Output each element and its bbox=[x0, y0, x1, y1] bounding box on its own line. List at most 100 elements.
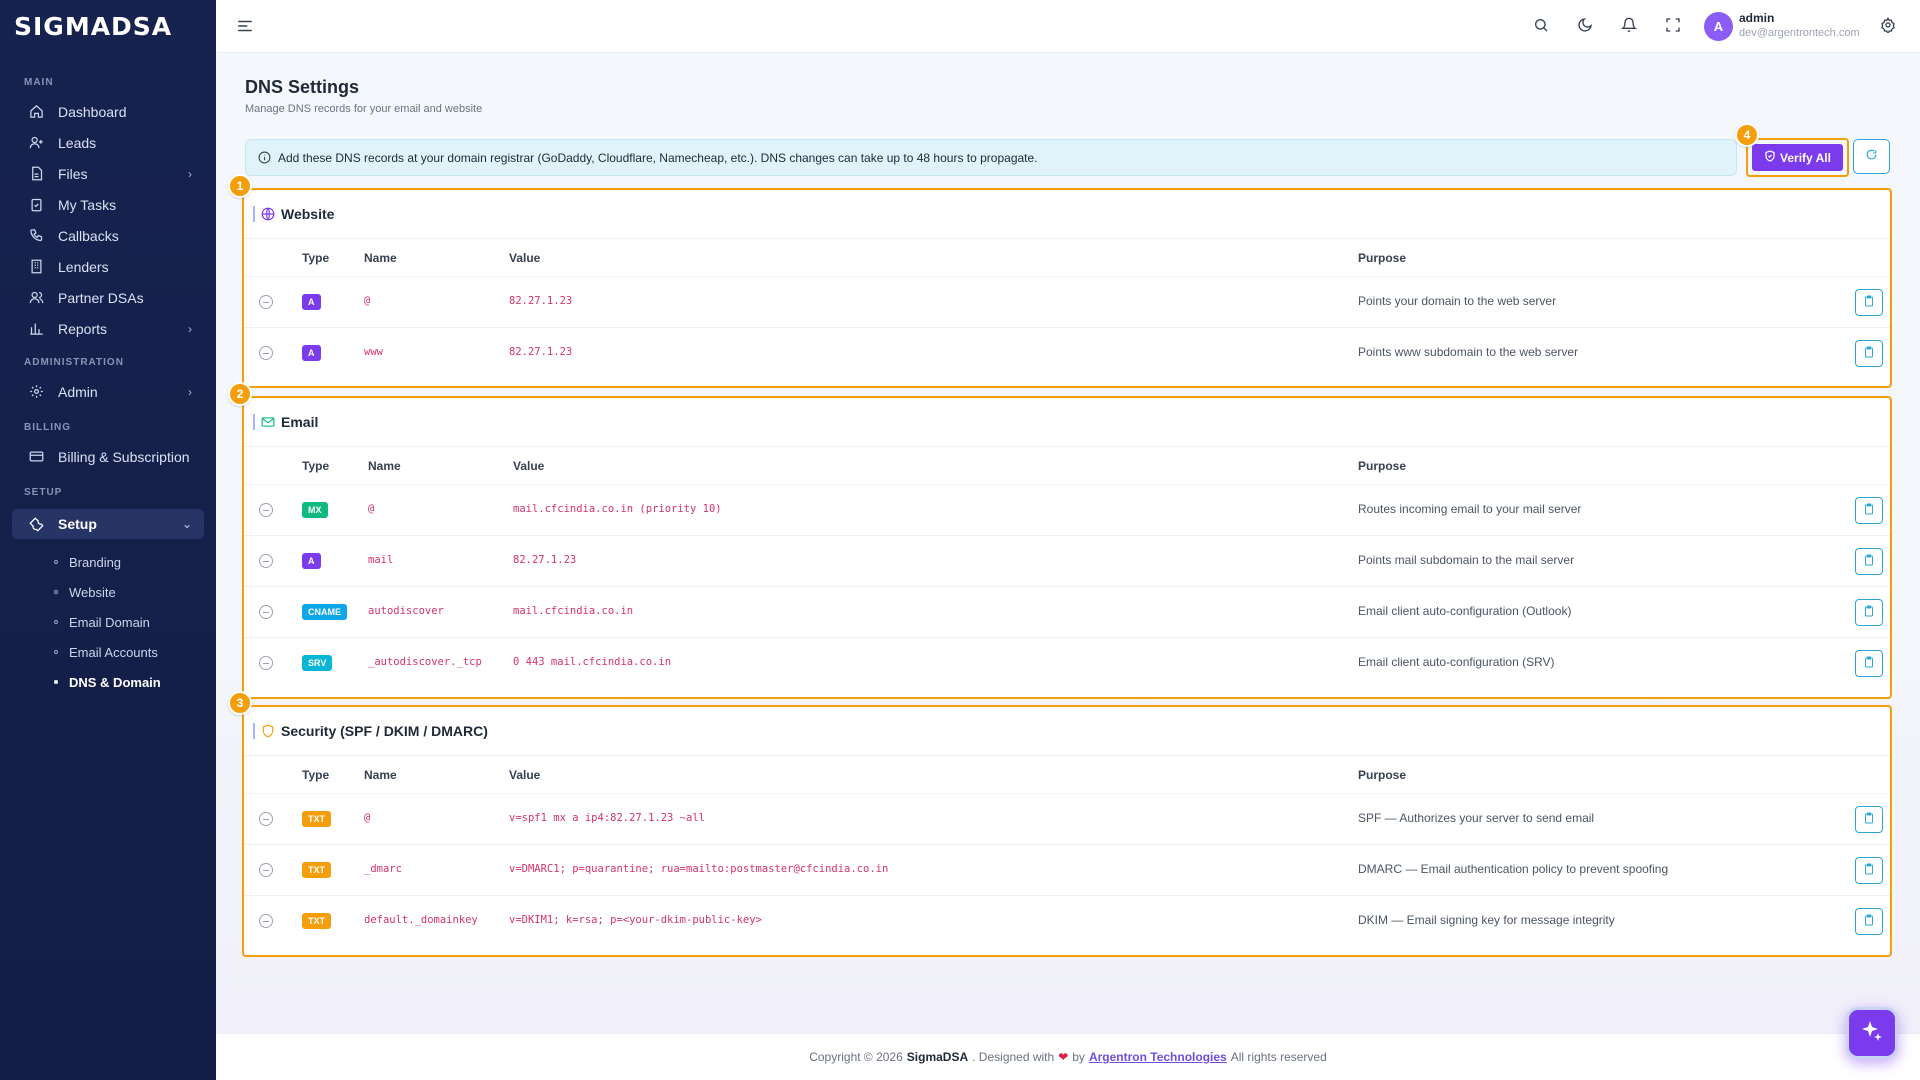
company-link[interactable]: Argentron Technologies bbox=[1089, 1050, 1227, 1064]
record-value: 82.27.1.23 bbox=[513, 554, 577, 566]
sidebar-item-label: Admin bbox=[58, 383, 98, 400]
copy-button[interactable] bbox=[1855, 340, 1883, 367]
column-header-name: Name bbox=[368, 459, 401, 473]
remove-record-icon[interactable] bbox=[259, 863, 273, 877]
record-purpose: Email client auto-configuration (SRV) bbox=[1358, 655, 1555, 669]
column-header-value: Value bbox=[509, 251, 541, 265]
sidebar-item-partner-dsas[interactable]: Partner DSAs bbox=[0, 282, 216, 313]
dns-record-row: Awww 82.27.1.23 Points www subdomain to th… bbox=[244, 328, 1890, 379]
copy-button[interactable] bbox=[1855, 497, 1883, 524]
user-email: dev@argentrontech.com bbox=[1739, 27, 1860, 39]
sidebar-item-billing[interactable]: Billing & Subscription bbox=[0, 441, 216, 472]
topbar: A admin dev@argentrontech.com bbox=[216, 0, 1920, 53]
sidebar-subitem-website[interactable]: Website bbox=[0, 577, 216, 607]
bullet-icon bbox=[54, 650, 58, 654]
section-title: Email bbox=[281, 414, 319, 430]
column-header-type: Type bbox=[302, 768, 330, 782]
section-header: Email bbox=[244, 398, 1890, 447]
sidebar-item-lenders[interactable]: Lenders bbox=[0, 251, 216, 282]
ai-assistant-button[interactable] bbox=[1846, 1007, 1898, 1059]
bullet-icon bbox=[54, 590, 58, 594]
remove-record-icon[interactable] bbox=[259, 554, 273, 568]
menu-icon[interactable] bbox=[236, 17, 254, 35]
copy-button[interactable] bbox=[1855, 289, 1883, 316]
table-header: Type Name Value Purpose bbox=[244, 239, 1890, 277]
copy-icon bbox=[1863, 604, 1875, 622]
settings-icon[interactable] bbox=[1880, 17, 1898, 35]
record-value: v=spf1 mx a ip4:82.27.1.23 ~all bbox=[509, 812, 705, 824]
record-purpose: Points www subdomain to the web server bbox=[1358, 345, 1579, 359]
copy-button[interactable] bbox=[1855, 908, 1883, 935]
record-type-badge: A bbox=[302, 345, 321, 361]
avatar[interactable]: A bbox=[1704, 12, 1733, 41]
user-name: admin bbox=[1739, 11, 1775, 25]
moon-icon[interactable] bbox=[1577, 17, 1595, 35]
copy-button[interactable] bbox=[1855, 599, 1883, 626]
record-value: v=DMARC1; p=quarantine; rua=mailto:postm… bbox=[509, 863, 889, 875]
column-header-type: Type bbox=[302, 251, 330, 265]
page-subtitle: Manage DNS records for your email and we… bbox=[245, 103, 483, 115]
copy-button[interactable] bbox=[1855, 548, 1883, 575]
copy-button[interactable] bbox=[1855, 857, 1883, 884]
mail-icon bbox=[261, 415, 275, 429]
building-icon bbox=[28, 259, 44, 275]
sidebar-subitem-email-accounts[interactable]: Email Accounts bbox=[0, 637, 216, 667]
record-name: default._domainkey bbox=[364, 914, 478, 926]
sidebar-item-admin[interactable]: Admin › bbox=[0, 376, 216, 407]
record-purpose: Email client auto-configuration (Outlook… bbox=[1358, 604, 1572, 618]
remove-record-icon[interactable] bbox=[259, 295, 273, 309]
copy-icon bbox=[1863, 294, 1875, 312]
bell-icon[interactable] bbox=[1620, 17, 1639, 35]
footer-by: by bbox=[1072, 1050, 1085, 1064]
remove-record-icon[interactable] bbox=[259, 914, 273, 928]
nav-section-billing: BILLING bbox=[24, 422, 71, 433]
remove-record-icon[interactable] bbox=[259, 346, 273, 360]
record-type-badge: CNAME bbox=[302, 604, 347, 620]
chevron-right-icon: › bbox=[188, 321, 192, 336]
record-type-badge: TXT bbox=[302, 811, 331, 827]
section-accent-bar bbox=[253, 206, 255, 222]
refresh-button[interactable] bbox=[1853, 139, 1890, 174]
shield-check-icon bbox=[1764, 150, 1776, 165]
fullscreen-icon[interactable] bbox=[1665, 17, 1683, 35]
remove-record-icon[interactable] bbox=[259, 503, 273, 517]
copy-icon bbox=[1863, 862, 1875, 880]
sidebar-item-label: Dashboard bbox=[58, 103, 127, 120]
record-purpose: DMARC — Email authentication policy to p… bbox=[1358, 862, 1669, 876]
security-section: Security (SPF / DKIM / DMARC) Type Name … bbox=[242, 705, 1892, 957]
sidebar-item-label: Partner DSAs bbox=[58, 289, 144, 306]
sidebar-item-leads[interactable]: Leads bbox=[0, 127, 216, 158]
app-logo[interactable]: SIGMADSA bbox=[0, 0, 216, 52]
column-header-type: Type bbox=[302, 459, 330, 473]
sidebar-item-files[interactable]: Files › bbox=[0, 158, 216, 189]
sidebar-item-my-tasks[interactable]: My Tasks bbox=[0, 189, 216, 220]
callout-badge-1: 1 bbox=[228, 174, 252, 198]
verify-all-button[interactable]: Verify All bbox=[1752, 144, 1843, 171]
bullet-icon bbox=[54, 680, 58, 684]
section-title: Website bbox=[281, 206, 335, 222]
copy-icon bbox=[1863, 913, 1875, 931]
page-title: DNS Settings bbox=[245, 77, 360, 97]
remove-record-icon[interactable] bbox=[259, 605, 273, 619]
sidebar-item-setup[interactable]: Setup ⌄ bbox=[12, 509, 204, 539]
search-icon[interactable] bbox=[1533, 17, 1551, 35]
sidebar-item-reports[interactable]: Reports › bbox=[0, 313, 216, 344]
record-type-badge: SRV bbox=[302, 655, 333, 671]
record-name: www bbox=[364, 346, 383, 358]
remove-record-icon[interactable] bbox=[259, 812, 273, 826]
sidebar-subitem-branding[interactable]: Branding bbox=[0, 547, 216, 577]
copy-button[interactable] bbox=[1855, 650, 1883, 677]
credit-card-icon bbox=[28, 449, 44, 465]
sidebar-item-callbacks[interactable]: Callbacks bbox=[0, 220, 216, 251]
sidebar-item-dashboard[interactable]: Dashboard bbox=[0, 96, 216, 127]
sidebar-subitem-email-domain[interactable]: Email Domain bbox=[0, 607, 216, 637]
record-purpose: Points mail subdomain to the mail server bbox=[1358, 553, 1575, 567]
dns-record-row: TXT _dmarc v=DMARC1; p=quarantine; rua=mai… bbox=[244, 845, 1890, 896]
file-icon bbox=[28, 166, 44, 182]
sidebar-subitem-dns-domain[interactable]: DNS & Domain bbox=[0, 667, 216, 697]
record-purpose: SPF — Authorizes your server to send ema… bbox=[1358, 811, 1595, 825]
sidebar-item-label: Billing & Subscription bbox=[58, 448, 190, 465]
record-type-badge: A bbox=[302, 553, 321, 569]
remove-record-icon[interactable] bbox=[259, 656, 273, 670]
copy-button[interactable] bbox=[1855, 806, 1883, 833]
